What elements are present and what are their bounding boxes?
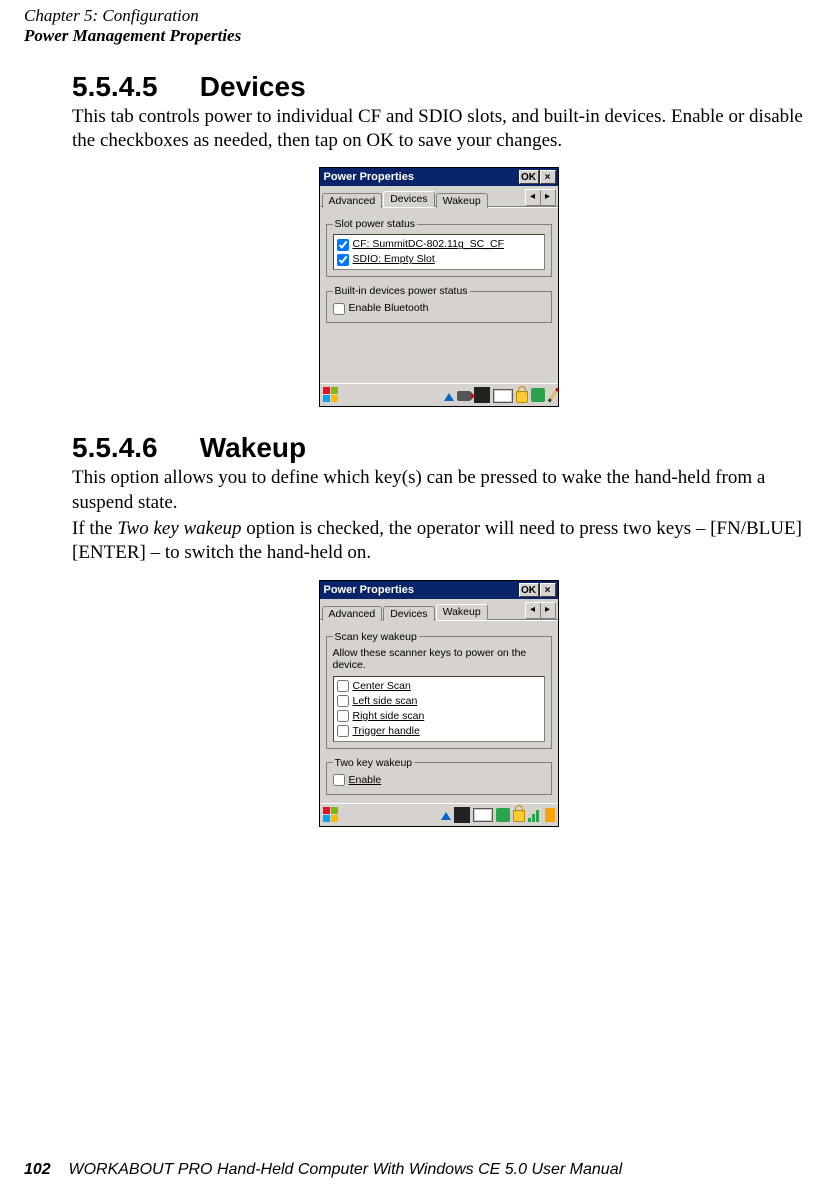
devices-paragraph: This tab controls power to individual CF… bbox=[72, 105, 805, 154]
tray-icon[interactable] bbox=[441, 812, 451, 820]
checkbox-input[interactable] bbox=[337, 710, 349, 722]
screenshot-wakeup-dialog: Power Properties OK × Advanced Devices W… bbox=[319, 580, 559, 827]
tab-advanced[interactable]: Advanced bbox=[322, 606, 383, 621]
checkbox-input[interactable] bbox=[337, 725, 349, 737]
checkbox-input[interactable] bbox=[337, 239, 349, 251]
footer-text: WORKABOUT PRO Hand-Held Computer With Wi… bbox=[68, 1161, 622, 1178]
checkbox-label: Right side scan bbox=[353, 709, 425, 724]
card-icon[interactable] bbox=[454, 807, 470, 823]
checkbox-input[interactable] bbox=[337, 254, 349, 266]
wakeup-paragraph-2: If the Two key wakeup option is checked,… bbox=[72, 517, 805, 566]
wakeup-paragraph-1: This option allows you to define which k… bbox=[72, 466, 805, 515]
section-number: 5.5.4.6 bbox=[72, 432, 192, 464]
close-button[interactable]: × bbox=[540, 170, 556, 184]
network-icon[interactable] bbox=[531, 388, 545, 402]
card-icon[interactable] bbox=[474, 387, 490, 403]
window-title: Power Properties bbox=[324, 584, 518, 596]
page-number: 102 bbox=[24, 1161, 51, 1178]
keyboard-icon[interactable] bbox=[473, 808, 493, 822]
section-heading-wakeup: 5.5.4.6 Wakeup bbox=[72, 432, 805, 464]
lock-icon[interactable] bbox=[513, 810, 525, 822]
group-scan-key-wakeup: Scan key wakeup Allow these scanner keys… bbox=[326, 631, 552, 749]
close-button[interactable]: × bbox=[540, 583, 556, 597]
tab-advanced[interactable]: Advanced bbox=[322, 193, 383, 208]
checkbox-bluetooth[interactable]: Enable Bluetooth bbox=[333, 301, 545, 316]
ok-button[interactable]: OK bbox=[519, 170, 539, 184]
keyboard-icon[interactable] bbox=[493, 389, 513, 403]
screenshot-devices-dialog: Power Properties OK × Advanced Devices W… bbox=[319, 167, 559, 407]
checkbox-label: Left side scan bbox=[353, 694, 418, 709]
checkbox-trigger-handle[interactable]: Trigger handle bbox=[337, 724, 541, 739]
power-icon[interactable] bbox=[545, 808, 555, 822]
checkbox-label: Enable bbox=[349, 773, 382, 788]
ir-icon[interactable] bbox=[457, 391, 471, 401]
checkbox-right-scan[interactable]: Right side scan bbox=[337, 709, 541, 724]
section-heading-devices: 5.5.4.5 Devices bbox=[72, 71, 805, 103]
tab-scroll-right-icon[interactable]: ▸ bbox=[541, 190, 555, 205]
running-head-subtitle: Power Management Properties bbox=[24, 26, 241, 45]
window-titlebar: Power Properties OK × bbox=[320, 168, 558, 186]
group-legend: Scan key wakeup bbox=[333, 631, 419, 643]
tab-scroll-right-icon[interactable]: ▸ bbox=[541, 603, 555, 618]
checkbox-label: SDIO: Empty Slot bbox=[353, 252, 435, 267]
system-tray bbox=[444, 387, 555, 403]
tray-icon[interactable] bbox=[444, 393, 454, 401]
signal-icon[interactable] bbox=[528, 808, 542, 822]
slot-list: CF: SummitDC-802.11g_SC_CF SDIO: Empty S… bbox=[333, 234, 545, 270]
start-icon[interactable] bbox=[323, 387, 339, 403]
tab-scroll[interactable]: ◂▸ bbox=[525, 189, 556, 206]
window-titlebar: Power Properties OK × bbox=[320, 581, 558, 599]
group-builtin-devices: Built-in devices power status Enable Blu… bbox=[326, 285, 552, 323]
tab-scroll-left-icon[interactable]: ◂ bbox=[526, 190, 541, 205]
window-title: Power Properties bbox=[324, 171, 518, 183]
checkbox-input[interactable] bbox=[337, 695, 349, 707]
lock-icon[interactable] bbox=[516, 391, 528, 403]
tab-scroll-left-icon[interactable]: ◂ bbox=[526, 603, 541, 618]
start-icon[interactable] bbox=[323, 807, 339, 823]
tab-strip: Advanced Devices Wakeup ◂▸ bbox=[320, 599, 558, 620]
scan-key-list: Center Scan Left side scan Right side sc… bbox=[333, 676, 545, 742]
running-head: Chapter 5: Configuration Power Managemen… bbox=[24, 6, 805, 47]
checkbox-sdio-slot[interactable]: SDIO: Empty Slot bbox=[337, 252, 541, 267]
checkbox-left-scan[interactable]: Left side scan bbox=[337, 694, 541, 709]
checkbox-input[interactable] bbox=[337, 680, 349, 692]
group-legend: Built-in devices power status bbox=[333, 285, 470, 297]
ok-button[interactable]: OK bbox=[519, 583, 539, 597]
group-legend: Slot power status bbox=[333, 218, 418, 230]
taskbar bbox=[320, 803, 558, 826]
checkbox-two-key-enable[interactable]: Enable bbox=[333, 773, 545, 788]
tab-scroll[interactable]: ◂▸ bbox=[525, 602, 556, 619]
checkbox-label: Trigger handle bbox=[353, 724, 420, 739]
stylus-icon[interactable] bbox=[547, 388, 559, 403]
group-two-key-wakeup: Two key wakeup Enable bbox=[326, 757, 552, 795]
checkbox-cf-slot[interactable]: CF: SummitDC-802.11g_SC_CF bbox=[337, 237, 541, 252]
group-legend: Two key wakeup bbox=[333, 757, 415, 769]
checkbox-label: Center Scan bbox=[353, 679, 411, 694]
checkbox-label: CF: SummitDC-802.11g_SC_CF bbox=[353, 237, 505, 252]
running-head-title: Configuration bbox=[102, 6, 198, 25]
checkbox-input[interactable] bbox=[333, 774, 345, 786]
running-head-chapter: Chapter 5: bbox=[24, 6, 102, 25]
tab-strip: Advanced Devices Wakeup ◂▸ bbox=[320, 186, 558, 207]
section-title: Wakeup bbox=[200, 432, 306, 463]
section-number: 5.5.4.5 bbox=[72, 71, 192, 103]
tab-devices[interactable]: Devices bbox=[383, 191, 434, 207]
tab-wakeup[interactable]: Wakeup bbox=[436, 193, 488, 208]
checkbox-center-scan[interactable]: Center Scan bbox=[337, 679, 541, 694]
network-icon[interactable] bbox=[496, 808, 510, 822]
checkbox-input[interactable] bbox=[333, 303, 345, 315]
checkbox-label: Enable Bluetooth bbox=[349, 301, 429, 316]
system-tray bbox=[441, 807, 555, 823]
taskbar bbox=[320, 383, 558, 406]
scan-key-hint: Allow these scanner keys to power on the… bbox=[333, 647, 545, 676]
tab-wakeup[interactable]: Wakeup bbox=[436, 604, 488, 620]
section-title: Devices bbox=[200, 71, 306, 102]
tab-devices[interactable]: Devices bbox=[383, 606, 434, 621]
page-footer: 102 WORKABOUT PRO Hand-Held Computer Wit… bbox=[24, 1161, 805, 1179]
group-slot-power-status: Slot power status CF: SummitDC-802.11g_S… bbox=[326, 218, 552, 277]
